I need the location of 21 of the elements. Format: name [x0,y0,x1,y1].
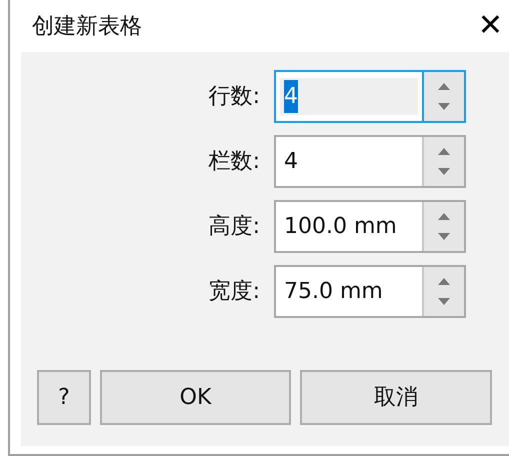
field-label: 高度: [208,213,261,241]
down-arrow-icon[interactable] [438,103,450,110]
up-arrow-icon[interactable] [438,148,450,155]
field-label: 行数: [208,83,261,111]
spin-field[interactable]: 75.0 mm [274,265,466,318]
window-title: 创建新表格 [32,12,142,40]
spin-field[interactable]: 100.0 mm [274,200,466,253]
up-arrow-icon[interactable] [438,82,450,90]
spin-field[interactable]: 4 [274,70,466,123]
down-arrow-icon[interactable] [438,298,450,306]
ok-button[interactable]: OK [100,370,291,425]
field-label: 宽度: [208,278,261,306]
spin-field[interactable]: 4 [274,135,466,188]
up-arrow-icon[interactable] [438,278,450,285]
field-label: 栏数: [208,148,261,176]
cancel-button[interactable]: 取消 [300,370,492,425]
down-arrow-icon[interactable] [438,233,450,240]
down-arrow-icon[interactable] [438,168,450,176]
close-button[interactable]: ✕ [478,11,503,41]
help-button[interactable]: ? [37,370,91,425]
up-arrow-icon[interactable] [438,212,450,220]
